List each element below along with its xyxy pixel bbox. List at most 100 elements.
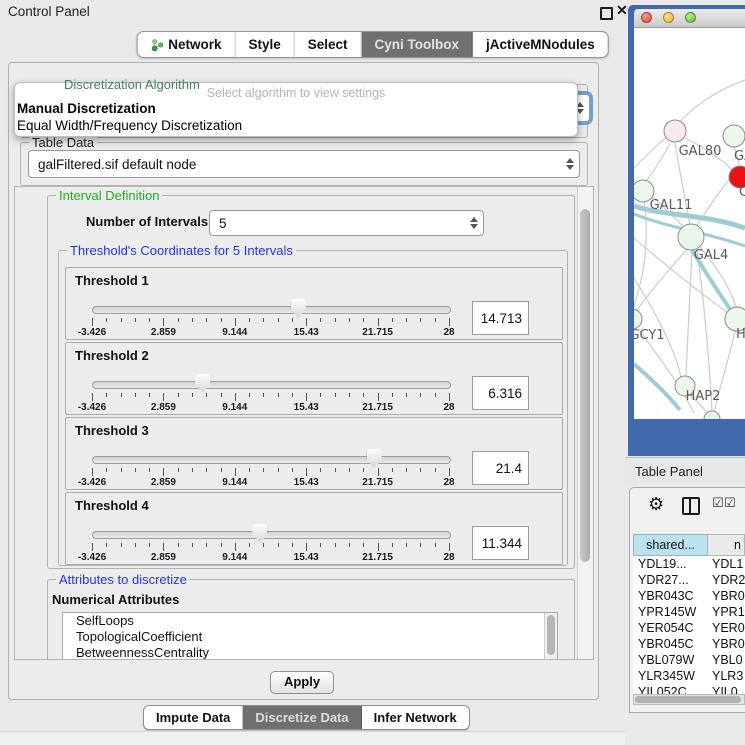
table-row[interactable]: YDR27...YDR2 (633, 572, 745, 588)
slider-tick-labels: -3.4262.8599.14415.4321.71528 (92, 552, 449, 564)
node-label-gal80: GAL80 (679, 144, 722, 159)
cell-name[interactable]: YDR2 (708, 572, 745, 588)
network-edge[interactable] (645, 144, 670, 182)
tick-label: 9.144 (222, 477, 247, 488)
table-row[interactable]: YDL19...YDL1 (633, 556, 745, 572)
close-icon[interactable]: ✕ (616, 2, 628, 19)
threshold-slider-track[interactable] (92, 306, 451, 314)
cell-shared-name[interactable]: YLR345W (633, 668, 708, 684)
interval-definition-group-title: Interval Definition (56, 188, 162, 203)
table-row[interactable]: YBR045CYBR0 (633, 636, 745, 652)
network-node-gal80[interactable] (664, 120, 686, 142)
tab-network[interactable]: Network (137, 32, 235, 57)
cyni-bottom-tab-bar: Impute DataDiscretize DataInfer Network (143, 705, 470, 730)
network-node[interactable] (723, 125, 745, 147)
table-horizontal-scrollbar[interactable] (633, 694, 745, 705)
cell-name[interactable]: YBR0 (708, 588, 745, 604)
cell-shared-name[interactable]: YER054C (633, 620, 708, 636)
cell-shared-name[interactable]: YDR27... (633, 572, 708, 588)
cell-shared-name[interactable]: YBL079W (633, 652, 708, 668)
combo-stepper-icon[interactable] (561, 151, 579, 177)
table-panel-titlebar: Table Panel (625, 457, 745, 485)
threshold-row-2: Threshold 2-3.4262.8599.14415.4321.71528… (65, 342, 563, 415)
threshold-label: Threshold 3 (75, 423, 149, 438)
network-node-gcy1[interactable] (634, 309, 642, 329)
column-layout-icon[interactable] (682, 497, 700, 515)
number-of-intervals-label: Number of Intervals (86, 214, 208, 229)
table-row[interactable]: YER054CYER0 (633, 620, 745, 636)
tick-label: 2.859 (151, 477, 176, 488)
column-header-shared-name[interactable]: shared... (633, 534, 708, 556)
threshold-slider-track[interactable] (92, 531, 451, 539)
tab-style[interactable]: Style (235, 32, 294, 57)
network-node-gal4[interactable] (678, 224, 704, 250)
cell-shared-name[interactable]: YBR043C (633, 588, 708, 604)
table-row[interactable]: YPR145WYPR1 (633, 604, 745, 620)
threshold-value-field[interactable]: 21.4 (472, 451, 529, 485)
cell-shared-name[interactable]: YDL19... (633, 556, 708, 572)
tick-label: 9.144 (222, 552, 247, 563)
network-edge[interactable] (679, 80, 745, 123)
threshold-value-field[interactable]: 11.344 (472, 526, 529, 560)
threshold-slider-track[interactable] (92, 456, 451, 464)
mac-minimize-icon[interactable] (663, 12, 674, 23)
threshold-value-field[interactable]: 6.316 (472, 376, 529, 410)
attributes-list-scrollbar[interactable] (544, 613, 557, 660)
column-header-name[interactable]: n (708, 534, 745, 556)
attributes-group-title: Attributes to discretize (56, 572, 190, 587)
attribute-item-topologicalcoefficient[interactable]: TopologicalCoefficient (63, 629, 557, 645)
threshold-slider-thumb[interactable] (195, 374, 210, 393)
float-window-icon[interactable] (600, 7, 613, 20)
network-edge[interactable] (697, 250, 712, 411)
attribute-item-selfloops[interactable]: SelfLoops (63, 613, 557, 629)
numerical-attributes-list[interactable]: SelfLoopsTopologicalCoefficientBetweenne… (62, 612, 558, 660)
gear-icon[interactable]: ⚙ (648, 494, 664, 515)
dropdown-option-manual-discretization[interactable]: Manual Discretization (15, 100, 577, 117)
network-edge[interactable] (686, 250, 692, 378)
number-of-intervals-combobox[interactable]: 5 (209, 210, 484, 236)
dropdown-option-equal-width-frequency[interactable]: Equal Width/Frequency Discretization (15, 117, 577, 134)
table-header-row: shared... n (633, 534, 745, 556)
tab-label: Style (248, 37, 280, 52)
cell-name[interactable]: YBL0 (708, 652, 745, 668)
network-canvas[interactable]: GAL80GACGAL11GAL4GCY1HHAP2 (634, 28, 745, 419)
cell-name[interactable]: YDL1 (708, 556, 745, 572)
threshold-label: Threshold 4 (75, 498, 149, 513)
cell-shared-name[interactable]: YBR045C (633, 636, 708, 652)
tab-impute-data[interactable]: Impute Data (144, 706, 243, 729)
thresholds-group-title: Threshold's Coordinates for 5 Intervals (67, 243, 296, 258)
threshold-slider-thumb[interactable] (252, 524, 267, 543)
tick-label: 21.715 (362, 402, 393, 413)
mac-close-icon[interactable] (641, 12, 652, 23)
cell-name[interactable]: YBR0 (708, 636, 745, 652)
network-edge-highlighted[interactable] (634, 364, 680, 410)
apply-button[interactable]: Apply (270, 671, 334, 694)
tab-select[interactable]: Select (295, 32, 362, 57)
tab-jactivemnodules[interactable]: jActiveMNodules (473, 32, 608, 57)
cell-shared-name[interactable]: YPR145W (633, 604, 708, 620)
table-row[interactable]: YBR043CYBR0 (633, 588, 745, 604)
threshold-value-field[interactable]: 14.713 (472, 301, 529, 335)
threshold-row-1: Threshold 1-3.4262.8599.14415.4321.71528… (65, 267, 563, 340)
slider-ruler (92, 393, 449, 402)
threshold-slider-track[interactable] (92, 381, 451, 389)
cell-name[interactable]: YPR1 (708, 604, 745, 620)
tick-label: 21.715 (362, 552, 393, 563)
table-row[interactable]: YBL079WYBL0 (633, 652, 745, 668)
cell-name[interactable]: YER0 (708, 620, 745, 636)
cell-name[interactable]: YLR3 (708, 668, 745, 684)
mac-zoom-icon[interactable] (685, 12, 696, 23)
checkbox-icon[interactable]: ☑ (724, 496, 736, 511)
table-row[interactable]: YLR345WYLR3 (633, 668, 745, 684)
tab-infer-network[interactable]: Infer Network (362, 706, 469, 729)
combo-stepper-icon[interactable] (465, 211, 483, 235)
tab-discretize-data[interactable]: Discretize Data (243, 706, 361, 729)
attribute-item-betweennesscentrality[interactable]: BetweennessCentrality (63, 645, 557, 660)
tab-cyni-toolbox[interactable]: Cyni Toolbox (362, 32, 474, 57)
network-edge[interactable] (634, 249, 687, 315)
table-data-combobox[interactable]: galFiltered.sif default node (28, 150, 580, 178)
threshold-slider-thumb[interactable] (291, 299, 306, 318)
threshold-slider-thumb[interactable] (367, 449, 382, 468)
settings-vertical-scrollbar[interactable] (577, 187, 593, 659)
checkbox-icon[interactable]: ☑ (712, 496, 724, 511)
